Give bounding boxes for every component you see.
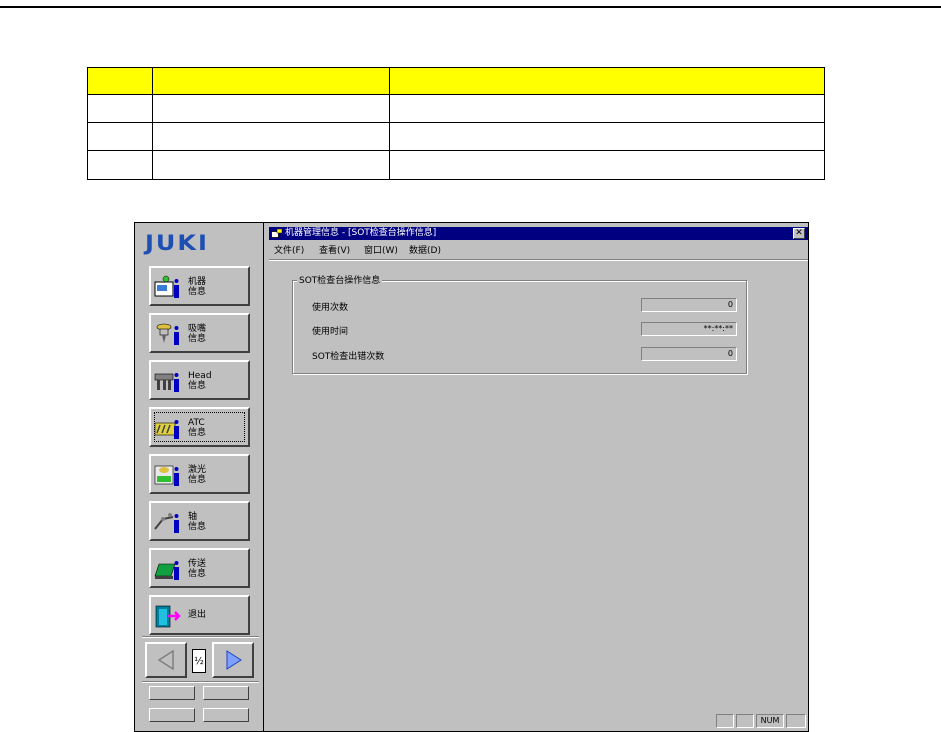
usage-time-label: 使用时间 [312, 327, 349, 337]
table-header-row [88, 68, 824, 95]
blank-button[interactable] [203, 686, 249, 700]
menu-window[interactable]: 窗口(W) [364, 243, 398, 256]
usage-time-value: **:**:** [641, 322, 737, 336]
page-indicator: ½ [192, 649, 206, 673]
usage-count-value: 0 [641, 298, 737, 312]
status-cell [736, 714, 754, 728]
machine-info-button[interactable]: 机器 信息 [149, 266, 250, 306]
error-count-label: SOT检查出错次数 [312, 352, 385, 362]
laser-info-button[interactable]: 激光 信息 [149, 454, 250, 494]
axis-info-button[interactable]: 轴 信息 [149, 501, 250, 541]
window-title: 机器管理信息 - [SOT检查台操作信息] [285, 228, 437, 238]
conveyor-info-icon [154, 561, 179, 580]
blank-button[interactable] [149, 708, 195, 722]
mdi-window: 机器管理信息 - [SOT检查台操作信息] ✕ 文件(F) 查看(V) 窗口(W… [269, 223, 808, 731]
nav-label: 机器 信息 [188, 277, 207, 297]
usage-count-label: 使用次数 [312, 303, 349, 313]
menu-data[interactable]: 数据(D) [409, 243, 441, 256]
table-row [88, 95, 824, 123]
machine-info-icon [154, 275, 179, 298]
laser-info-icon [154, 465, 179, 486]
nav-label: ATC 信息 [188, 418, 207, 438]
head-info-icon [154, 373, 179, 392]
table-column-divider [152, 68, 153, 179]
nav-label: Head 信息 [188, 371, 212, 391]
menu-bar: 文件(F) 查看(V) 窗口(W) 数据(D) [269, 241, 808, 257]
error-count-value: 0 [641, 347, 737, 361]
close-button[interactable]: ✕ [793, 228, 805, 239]
num-lock-indicator: NUM [756, 714, 784, 728]
axis-info-icon [154, 513, 179, 533]
close-icon: ✕ [795, 228, 803, 238]
app-window-icon [271, 229, 282, 238]
left-nav-panel: JUKI 机器 信息 吸嘴 信息 Head 信息 ATC 信息 激光 信息 轴 … [135, 223, 264, 731]
blank-button[interactable] [203, 708, 249, 722]
conveyor-info-button[interactable]: 传送 信息 [149, 548, 250, 588]
triangle-right-icon [226, 650, 242, 670]
document-table [87, 67, 825, 180]
divider [269, 259, 808, 261]
table-row [88, 151, 824, 179]
divider [142, 636, 259, 638]
menu-view[interactable]: 查看(V) [319, 243, 350, 256]
nav-label: 吸嘴 信息 [188, 324, 207, 344]
table-row [88, 123, 824, 151]
status-bar: NUM [269, 713, 808, 729]
next-page-button[interactable] [212, 642, 254, 678]
nav-label: 激光 信息 [188, 465, 207, 485]
nozzle-info-icon [156, 323, 179, 345]
menu-file[interactable]: 文件(F) [274, 243, 304, 256]
blank-button[interactable] [149, 686, 195, 700]
app-screenshot: JUKI 机器 信息 吸嘴 信息 Head 信息 ATC 信息 激光 信息 轴 … [134, 222, 809, 732]
juki-logo: JUKI [145, 230, 209, 256]
status-cell [716, 714, 734, 728]
nav-label: 轴 信息 [188, 512, 207, 532]
exit-button[interactable]: 退出 [149, 595, 250, 635]
nozzle-info-button[interactable]: 吸嘴 信息 [149, 313, 250, 353]
triangle-left-icon [157, 649, 174, 671]
exit-door-icon [155, 605, 181, 628]
window-titlebar: 机器管理信息 - [SOT检查台操作信息] ✕ [269, 227, 808, 240]
group-title: SOT检查台操作信息 [297, 273, 383, 286]
page-top-rule [0, 6, 941, 8]
atc-info-button[interactable]: ATC 信息 [149, 407, 250, 447]
nav-label: 传送 信息 [188, 559, 207, 579]
table-column-divider [389, 68, 390, 179]
atc-info-icon [154, 420, 179, 439]
divider [142, 681, 259, 683]
status-cell [786, 714, 806, 728]
nav-label: 退出 [188, 610, 207, 620]
prev-page-button[interactable] [145, 642, 187, 678]
head-info-button[interactable]: Head 信息 [149, 360, 250, 400]
